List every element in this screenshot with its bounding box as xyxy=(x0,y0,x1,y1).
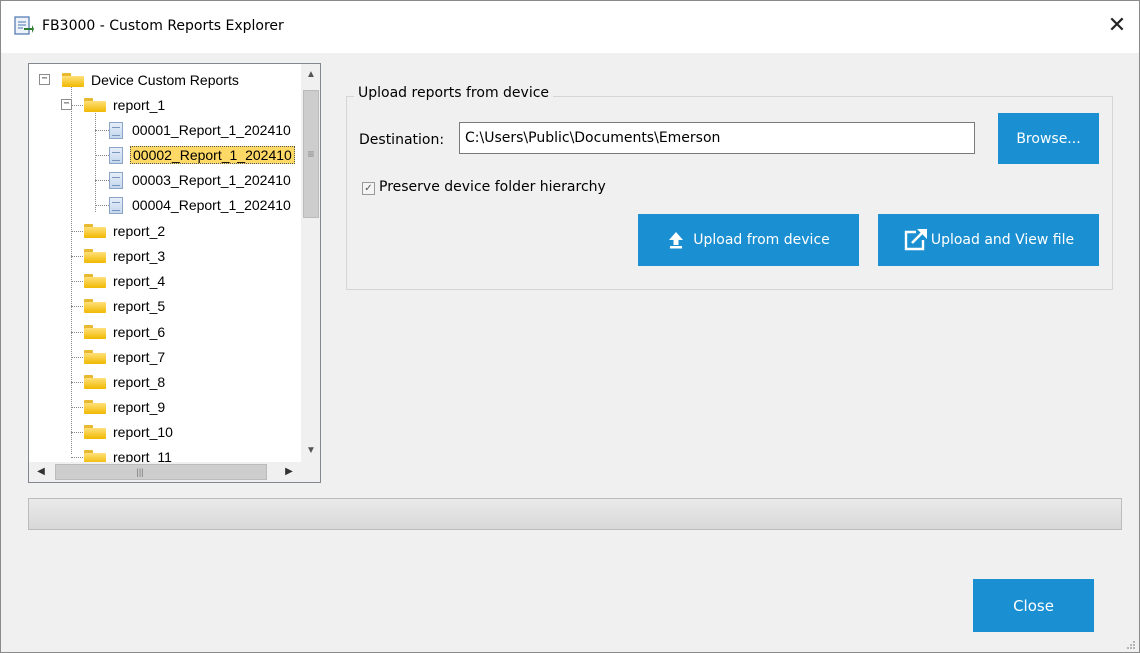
destination-label: Destination: xyxy=(359,132,445,148)
tree-node-report-6[interactable]: report_6 xyxy=(84,321,167,343)
window-title: FB3000 - Custom Reports Explorer xyxy=(42,18,284,34)
tree-node-label: 00001_Report_1_202410 xyxy=(132,122,291,138)
tree-file-4[interactable]: 00004_Report_1_202410 xyxy=(109,194,293,216)
tree-node-label: report_4 xyxy=(113,273,166,289)
horizontal-scroll-thumb[interactable] xyxy=(55,464,267,480)
upload-progress-bar xyxy=(28,498,1122,530)
preserve-hierarchy-checkbox[interactable]: ✓ xyxy=(362,182,375,195)
folder-icon xyxy=(84,224,106,238)
upload-from-device-button[interactable]: Upload from device xyxy=(638,214,859,266)
custom-reports-window: FB3000 - Custom Reports Explorer ✕ − Dev… xyxy=(0,0,1140,653)
folder-icon xyxy=(84,400,106,414)
scroll-down-icon[interactable]: ▼ xyxy=(301,442,320,460)
tree-file-2[interactable]: 00002_Report_1_202410 xyxy=(109,144,295,166)
tree-vertical-scrollbar[interactable]: ▲ ≡ ▼ xyxy=(301,64,320,462)
resize-grip-icon[interactable] xyxy=(1126,640,1136,650)
tree-node-label: 00004_Report_1_202410 xyxy=(132,197,291,213)
tree-node-report-7[interactable]: report_7 xyxy=(84,346,167,368)
folder-icon xyxy=(84,425,106,439)
tree-node-report-1[interactable]: report_1 xyxy=(84,94,167,116)
folder-icon xyxy=(84,450,106,462)
folder-open-icon xyxy=(62,73,84,87)
folder-icon xyxy=(84,299,106,313)
tree-horizontal-scrollbar[interactable]: ◀ ||| ▶ xyxy=(29,462,301,482)
scroll-grip-icon: ||| xyxy=(136,467,144,477)
tree-node-report-8[interactable]: report_8 xyxy=(84,371,167,393)
tree-node-label: 00003_Report_1_202410 xyxy=(132,172,291,188)
tree-content: − Device Custom Reports − report_1 00001… xyxy=(29,64,301,462)
folder-icon xyxy=(84,375,106,389)
tree-node-report-3[interactable]: report_3 xyxy=(84,245,167,267)
title-bar[interactable]: FB3000 - Custom Reports Explorer ✕ xyxy=(1,1,1139,53)
tree-node-report-4[interactable]: report_4 xyxy=(84,270,167,292)
folder-icon xyxy=(84,274,106,288)
report-explorer-icon xyxy=(14,16,34,35)
tree-node-report-2[interactable]: report_2 xyxy=(84,220,167,242)
tree-node-label: Device Custom Reports xyxy=(91,72,239,88)
tree-node-label-selected: 00002_Report_1_202410 xyxy=(130,146,295,164)
tree-node-root[interactable]: Device Custom Reports xyxy=(62,69,241,91)
document-icon xyxy=(109,121,123,139)
tree-file-1[interactable]: 00001_Report_1_202410 xyxy=(109,119,293,141)
upload-and-view-button[interactable]: Upload and View file xyxy=(878,214,1099,266)
document-icon xyxy=(109,196,123,214)
scroll-grip-icon: ≡ xyxy=(307,147,315,161)
tree-node-label: report_11 xyxy=(113,449,172,462)
scroll-corner xyxy=(301,462,320,482)
browse-button[interactable]: Browse... xyxy=(998,113,1099,164)
tree-node-report-9[interactable]: report_9 xyxy=(84,396,167,418)
scroll-right-icon[interactable]: ▶ xyxy=(279,462,299,482)
tree-node-report-10[interactable]: report_10 xyxy=(84,421,175,443)
folder-icon xyxy=(84,350,106,364)
tree-node-label: report_6 xyxy=(113,324,166,340)
folder-icon xyxy=(84,325,106,339)
tree-node-label: report_1 xyxy=(113,97,166,113)
tree-node-label: report_2 xyxy=(113,223,166,239)
folder-icon xyxy=(84,249,106,263)
reports-tree[interactable]: − Device Custom Reports − report_1 00001… xyxy=(28,63,321,483)
tree-file-3[interactable]: 00003_Report_1_202410 xyxy=(109,169,293,191)
tree-node-report-11[interactable]: report_11 xyxy=(84,446,174,462)
document-icon xyxy=(109,171,123,189)
close-icon[interactable]: ✕ xyxy=(1104,13,1130,39)
scroll-up-icon[interactable]: ▲ xyxy=(301,66,320,84)
destination-input[interactable] xyxy=(459,122,975,154)
tree-node-label: report_7 xyxy=(113,349,166,365)
root-expander[interactable]: − xyxy=(39,74,50,85)
external-link-icon xyxy=(903,228,929,252)
tree-node-label: report_5 xyxy=(113,298,166,314)
tree-node-report-5[interactable]: report_5 xyxy=(84,295,167,317)
tree-node-label: report_8 xyxy=(113,374,166,390)
upload-group-title: Upload reports from device xyxy=(354,85,554,101)
tree-node-label: report_10 xyxy=(113,424,173,440)
tree-node-label: report_3 xyxy=(113,248,166,264)
folder-open-icon xyxy=(84,98,106,112)
close-button[interactable]: Close xyxy=(973,579,1094,632)
scroll-left-icon[interactable]: ◀ xyxy=(31,462,51,482)
preserve-hierarchy-label[interactable]: Preserve device folder hierarchy xyxy=(379,179,606,195)
upload-from-device-label: Upload from device xyxy=(693,232,830,248)
upload-and-view-label: Upload and View file xyxy=(930,232,1075,248)
document-icon xyxy=(109,146,123,164)
tree-node-label: report_9 xyxy=(113,399,166,415)
upload-icon xyxy=(667,231,685,249)
report-1-expander[interactable]: − xyxy=(61,99,72,110)
